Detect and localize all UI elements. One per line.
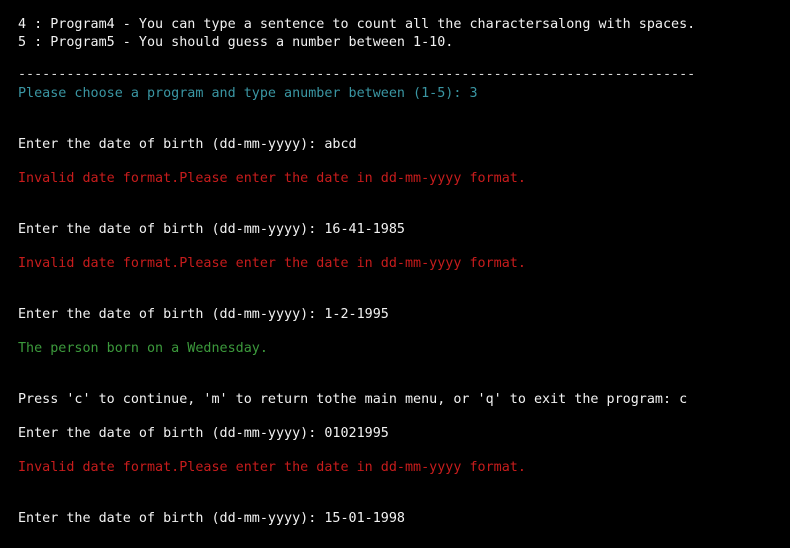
continue-prompt: Press 'c' to continue, 'm' to return tot… [18, 392, 688, 407]
error-message: Invalid date format.Please enter the dat… [18, 171, 526, 186]
dob-prompt: Enter the date of birth (dd-mm-yyyy): 1-… [18, 307, 389, 322]
dob-prompt: Enter the date of birth (dd-mm-yyyy): 16… [18, 222, 405, 237]
error-message: Invalid date format.Please enter the dat… [18, 460, 526, 475]
terminal-window[interactable]: 4 : Program4 - You can type a sentence t… [0, 0, 790, 548]
dob-prompt: Enter the date of birth (dd-mm-yyyy): ab… [18, 137, 357, 152]
menu-divider: ----------------------------------------… [18, 67, 696, 82]
result-message: The person born on a Wednesday. [18, 341, 268, 356]
dob-prompt: Enter the date of birth (dd-mm-yyyy): 01… [18, 426, 389, 441]
dob-prompt-current[interactable]: Enter the date of birth (dd-mm-yyyy): 15… [18, 511, 405, 527]
menu-item-program4: 4 : Program4 - You can type a sentence t… [18, 17, 696, 32]
error-message: Invalid date format.Please enter the dat… [18, 256, 526, 271]
menu-item-program5: 5 : Program5 - You should guess a number… [18, 35, 454, 50]
program-choice-prompt: Please choose a program and type anumber… [18, 86, 478, 101]
